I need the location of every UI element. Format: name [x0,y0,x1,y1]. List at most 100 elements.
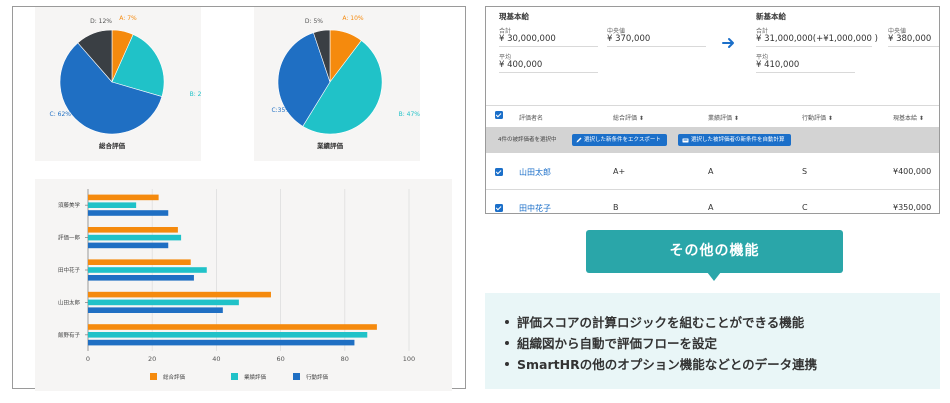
new-total-underline [756,46,872,47]
current-median-underline [607,46,706,47]
y-category-label: 飯野有子 [58,331,81,339]
evaluation-bar-chart: 0 20 40 60 80 100 須藤美学評価一郎田中花子山田太郎飯野有子総合評価 業績評価… [58,189,415,381]
bar [88,339,355,346]
x-tick-label: 20 [148,355,156,363]
table-top-divider [486,105,939,106]
pie-slice-label-d: D: 12% [90,18,112,25]
column-header-salary[interactable]: 現基本給 ⬍ [893,113,924,122]
behavior-grade: S [802,167,808,176]
legend-swatch [231,373,238,380]
bullet-icon [505,361,509,366]
current-salary: ¥400,000 [893,167,932,176]
select-all-checkbox[interactable] [495,111,503,119]
new-median-underline [888,46,939,47]
calculator-icon [682,138,689,142]
pie-chart-title: 総合評価 [99,141,126,150]
bullet-icon [505,340,509,345]
performance-grade: A [708,203,714,212]
bar [88,259,191,265]
legend-label: 業績評価 [244,373,267,381]
overall-grade: B [613,203,619,212]
current-salary: ¥350,000 [893,203,932,212]
bar [88,275,194,281]
bar [88,194,159,201]
bar [88,267,207,273]
new-total-value: ¥ 31,000,000(+¥1,000,000 ) [756,34,878,44]
overall-evaluation-pie-chart: A: 7% B: 24% C: 62% D: 12% 総合評価 [50,15,201,150]
feature-item: 組織図から自動で評価フローを設定 [505,333,717,352]
current-total-underline [499,46,598,47]
x-tick-label: 0 [86,355,90,363]
employee-name-link[interactable]: 山田太郎 [519,167,551,178]
current-total-value: ¥ 30,000,000 [499,34,556,44]
current-salary-title: 現基本給 [499,12,529,21]
pie-slice-label-b: B: 24% [190,91,201,98]
pie-slice-label-c: C: 62% [50,111,72,118]
feature-item: 評価スコアの計算ロジックを組むことができる機能 [505,312,804,331]
salary-simulation-panel: 現基本給 合計 ¥ 30,000,000 中央値 ¥ 370,000 平均 ¥ … [485,6,940,214]
current-median-value: ¥ 370,000 [607,34,651,44]
export-button[interactable]: 選択した新条件をエクスポート [572,134,667,146]
bar [88,227,178,233]
performance-evaluation-pie-chart: A: 10% B: 47% C:35% D: 5% 業績評価 [271,15,420,150]
y-category-label: 須藤美学 [58,201,81,209]
bar [88,234,182,241]
y-category-label: 山田太郎 [58,298,81,306]
x-tick-label: 100 [403,355,415,363]
auto-calculate-button-label: 選択した被評価者の新条件を自動計算 [691,137,785,143]
feature-item-text: SmartHRの他のオプション機能などとのデータ連携 [517,357,818,372]
x-tick-label: 40 [212,355,220,363]
performance-grade: A [708,167,714,176]
x-tick-label: 60 [276,355,284,363]
column-header-performance[interactable]: 業績評価 ⬍ [708,113,739,122]
legend-label: 行動評価 [306,373,329,381]
arrow-right-icon [722,38,734,48]
performance-evaluation-pie-card: A: 10% B: 47% C:35% D: 5% 業績評価 [254,7,420,161]
pie-slice-label-a: A: 7% [119,15,137,22]
title-pointer [707,272,721,281]
other-features-list: 評価スコアの計算ロジックを組むことができる機能 組織図から自動で評価フローを設定… [485,293,940,389]
current-average-underline [499,72,598,73]
bar [88,307,223,313]
column-header-name[interactable]: 評価者名 [519,113,543,122]
evaluation-bar-chart-card: 0 20 40 60 80 100 須藤美学評価一郎田中花子山田太郎飯野有子総合評価 業績評価… [35,179,452,391]
column-header-overall[interactable]: 総合評価 ⬍ [613,113,644,122]
export-button-label: 選択した新条件をエクスポート [584,137,661,143]
new-average-value: ¥ 410,000 [756,60,800,70]
column-header-behavior[interactable]: 行動評価 ⬍ [802,113,833,122]
pie-slice-label-a: A: 10% [342,15,364,22]
x-tick-label: 80 [341,355,349,363]
selection-count-text: 4件の被評価者を選択中 [498,137,557,143]
row-divider [486,189,939,190]
new-salary-title: 新基本給 [756,12,786,21]
feature-item-text: 評価スコアの計算ロジックを組むことができる機能 [517,315,805,330]
pie-chart-title: 業績評価 [316,141,344,150]
row-checkbox[interactable] [495,168,503,176]
legend-swatch [150,373,157,380]
other-features-title: その他の機能 [586,230,843,273]
auto-calculate-button[interactable]: 選択した被評価者の新条件を自動計算 [678,134,791,146]
bullet-icon [505,319,509,324]
y-category-label: 評価一郎 [58,234,81,242]
selection-bar: 4件の被評価者を選択中 選択した新条件をエクスポート 選択した被評価者の新条件を… [486,127,939,153]
behavior-grade: C [802,203,808,212]
bar [88,299,239,306]
bar [88,202,137,208]
bar [88,324,377,330]
overall-evaluation-pie-card: A: 7% B: 24% C: 62% D: 12% 総合評価 [35,7,201,161]
bar [88,210,169,216]
evaluation-charts-panel: A: 7% B: 24% C: 62% D: 12% 総合評価 A: 10% B: 47%… [12,6,466,391]
legend-label: 総合評価 [163,373,186,381]
feature-item-text: 組織図から自動で評価フローを設定 [517,336,718,351]
employee-name-link[interactable]: 田中花子 [519,203,551,213]
bar [88,291,271,298]
row-checkbox[interactable] [495,204,503,212]
y-category-label: 田中花子 [58,266,81,274]
legend-swatch [293,373,300,380]
new-median-value: ¥ 380,000 [888,34,932,44]
current-average-value: ¥ 400,000 [499,60,543,70]
pencil-icon [576,137,582,143]
overall-grade: A+ [613,167,626,176]
feature-item: SmartHRの他のオプション機能などとのデータ連携 [505,354,817,373]
pie-slice-label-d: D: 5% [305,18,323,25]
